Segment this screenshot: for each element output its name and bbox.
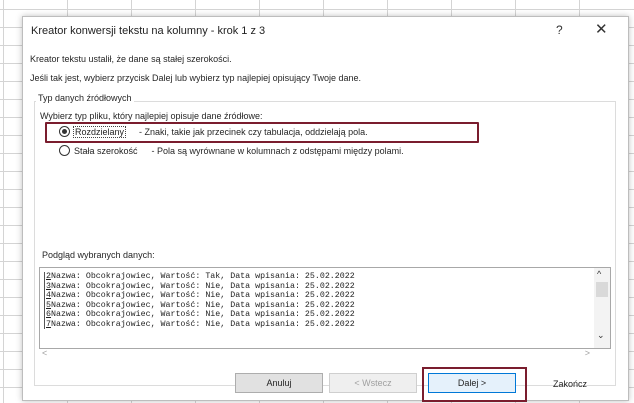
row-text: Nazwa: Obcokrajowiec, Wartość: Nie, Data… bbox=[50, 319, 355, 329]
back-button[interactable]: < Wstecz bbox=[329, 373, 417, 393]
group-title: Typ danych źródłowych bbox=[36, 93, 134, 103]
row-number: 2 bbox=[44, 272, 51, 282]
vertical-scrollbar[interactable]: ^ ⌄ bbox=[594, 268, 610, 348]
title-bar: Kreator konwersji tekstu na kolumny - kr… bbox=[23, 17, 628, 45]
row-number: 7 bbox=[44, 319, 51, 329]
scroll-right-icon[interactable]: > bbox=[585, 348, 590, 358]
preview-label: Podgląd wybranych danych: bbox=[42, 250, 155, 260]
preview-row: 3Nazwa: Obcokrajowiec, Wartość: Nie, Dat… bbox=[44, 281, 355, 291]
row-number: 5 bbox=[44, 300, 51, 310]
instruction-text: Jeśli tak jest, wybierz przycisk Dalej l… bbox=[30, 73, 361, 83]
preview-row: 6Nazwa: Obcokrajowiec, Wartość: Nie, Dat… bbox=[44, 310, 355, 320]
row-number: 3 bbox=[44, 281, 51, 291]
preview-row: 2Nazwa: Obcokrajowiec, Wartość: Tak, Dat… bbox=[44, 272, 355, 282]
dialog-title: Kreator konwersji tekstu na kolumny - kr… bbox=[31, 25, 266, 37]
radio-fixed-width[interactable] bbox=[59, 145, 70, 156]
row-text: Nazwa: Obcokrajowiec, Wartość: Nie, Data… bbox=[50, 281, 355, 291]
finish-button[interactable]: Zakończ bbox=[553, 379, 587, 389]
horizontal-scrollbar[interactable]: < > bbox=[39, 348, 593, 360]
close-button[interactable]: ✕ bbox=[595, 20, 608, 38]
scroll-up-icon[interactable]: ^ bbox=[597, 269, 601, 279]
option-fixed-width-label: Stała szerokość bbox=[74, 145, 138, 156]
cancel-button[interactable]: Anuluj bbox=[235, 373, 323, 393]
row-number: 6 bbox=[44, 310, 51, 320]
preview-rows: 2Nazwa: Obcokrajowiec, Wartość: Tak, Dat… bbox=[44, 272, 355, 329]
help-button[interactable]: ? bbox=[556, 23, 563, 37]
highlight-box-next bbox=[422, 367, 527, 402]
scroll-thumb[interactable] bbox=[596, 282, 608, 297]
option-fixed-width-desc: - Pola są wyrównane w kolumnach z odstęp… bbox=[151, 145, 404, 156]
preview-row: 5Nazwa: Obcokrajowiec, Wartość: Nie, Dat… bbox=[44, 300, 355, 310]
row-text: Nazwa: Obcokrajowiec, Wartość: Tak, Data… bbox=[50, 272, 355, 281]
scroll-left-icon[interactable]: < bbox=[42, 348, 47, 358]
row-number: 4 bbox=[44, 291, 51, 301]
scroll-down-icon[interactable]: ⌄ bbox=[597, 330, 605, 341]
preview-row: 4Nazwa: Obcokrajowiec, Wartość: Nie, Dat… bbox=[44, 291, 355, 301]
intro-text: Kreator tekstu ustalił, że dane są stałe… bbox=[30, 54, 232, 64]
group-subtitle: Wybierz typ pliku, który najlepiej opisu… bbox=[40, 111, 263, 121]
preview-row: 7Nazwa: Obcokrajowiec, Wartość: Nie, Dat… bbox=[44, 319, 355, 329]
option-fixed-width[interactable]: Stała szerokość - Pola są wyrównane w ko… bbox=[59, 145, 404, 156]
data-preview[interactable]: 2Nazwa: Obcokrajowiec, Wartość: Tak, Dat… bbox=[39, 267, 611, 349]
highlight-box-delimited bbox=[45, 122, 479, 143]
row-text: Nazwa: Obcokrajowiec, Wartość: Nie, Data… bbox=[50, 310, 355, 319]
row-text: Nazwa: Obcokrajowiec, Wartość: Nie, Data… bbox=[50, 291, 355, 300]
text-to-columns-dialog: Kreator konwersji tekstu na kolumny - kr… bbox=[22, 16, 629, 402]
row-text: Nazwa: Obcokrajowiec, Wartość: Nie, Data… bbox=[50, 300, 355, 310]
